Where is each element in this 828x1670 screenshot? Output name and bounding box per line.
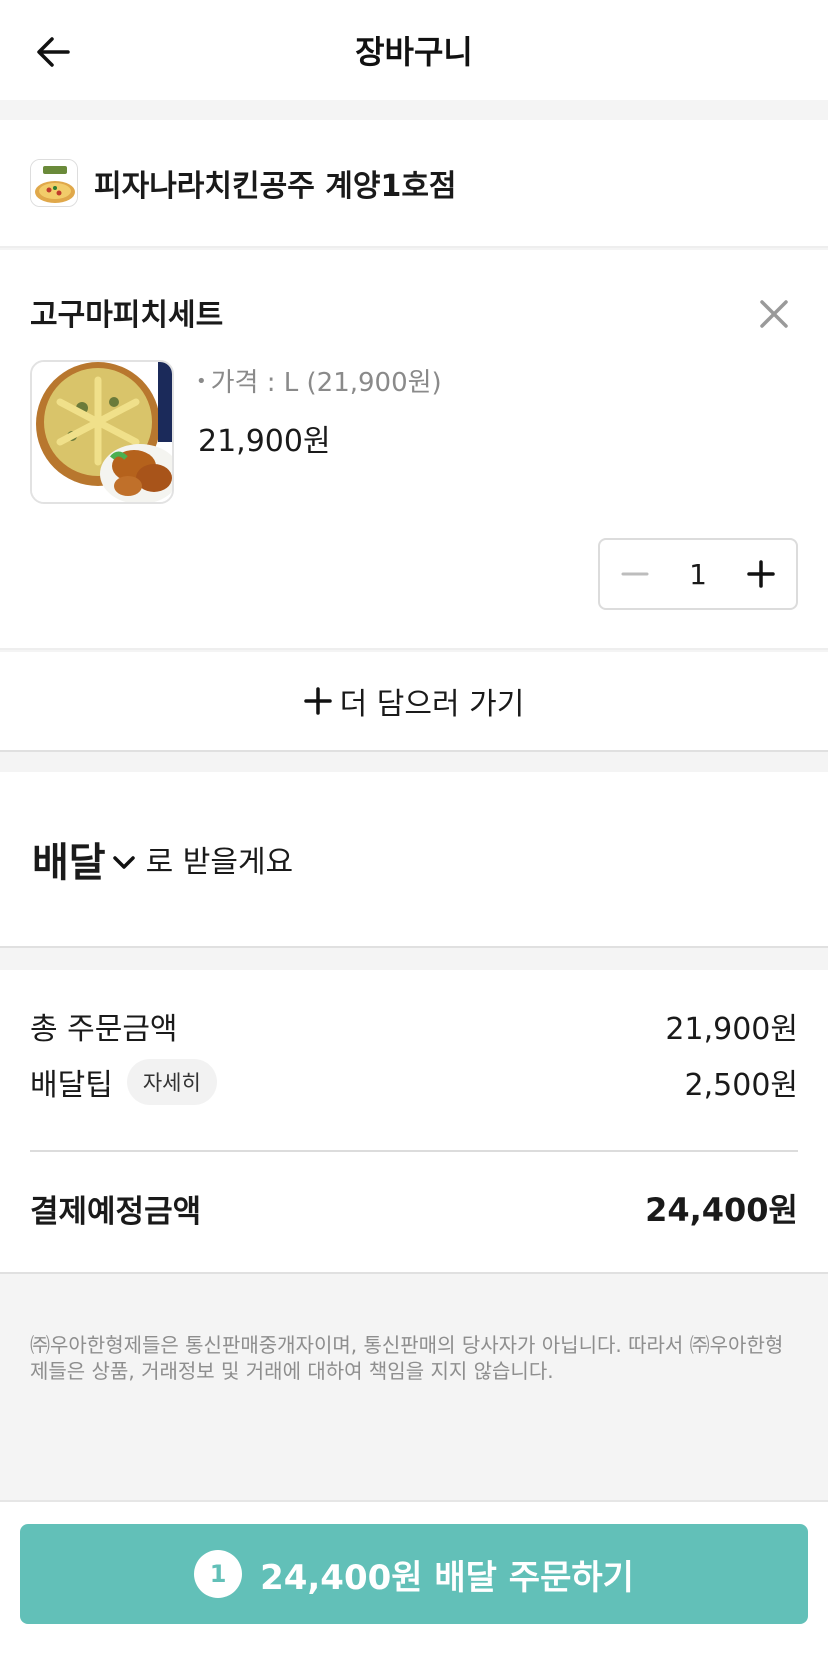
summary-divider — [30, 1150, 798, 1152]
delivery-method-value: 배달 — [32, 840, 106, 886]
add-more-button[interactable]: 더 담으러 가기 — [0, 652, 828, 752]
payment-summary: 총 주문금액 21,900원 배달팁 자세히 2,500원 결제예정금액 24,… — [0, 970, 828, 1274]
cart-item: 고구마피치세트 • 가격 : L (21,900원) 21,900원 1 — [0, 250, 828, 650]
total-value: 24,400원 — [645, 1191, 798, 1229]
plus-icon — [747, 560, 775, 588]
decrement-button[interactable] — [600, 540, 670, 608]
cart-page: 장바구니 피자나라치킨공주 계양1호점 고구마피치세트 • 가격: L (21… — [0, 0, 828, 1670]
delivery-suffix: 로 받을게요 — [145, 845, 294, 880]
order-count-badge: 1 — [194, 1550, 243, 1598]
order-button[interactable]: 1 24,400원 배달 주문하기 — [20, 1524, 808, 1624]
add-more-label: 더 담으러 가기 — [339, 687, 525, 722]
quantity-stepper: 1 — [598, 538, 798, 610]
remove-item-button[interactable] — [756, 296, 792, 332]
plus-icon — [303, 687, 332, 715]
close-icon — [760, 300, 788, 328]
item-thumbnail — [30, 360, 174, 504]
delivery-tip-label-group: 배달팁 자세히 — [30, 1059, 217, 1105]
store-name: 피자나라치킨공주 계양1호점 — [94, 169, 457, 204]
minus-icon — [621, 572, 649, 576]
top-header: 장바구니 — [0, 0, 828, 100]
delivery-method-section: 배달 로 받을게요 — [0, 772, 828, 948]
delivery-tip-label: 배달팁 — [30, 1068, 113, 1103]
total-row: 결제예정금액 24,400원 — [30, 1178, 798, 1238]
quantity-value: 1 — [689, 557, 707, 591]
delivery-tip-row: 배달팁 자세히 2,500원 — [30, 1054, 798, 1110]
back-button[interactable] — [30, 28, 78, 76]
delivery-tip-value: 2,500원 — [684, 1068, 798, 1103]
arrow-left-icon — [37, 37, 70, 67]
order-button-label: 24,400원 배달 주문하기 — [260, 1557, 634, 1598]
item-name: 고구마피치세트 — [30, 298, 224, 333]
page-title: 장바구니 — [355, 33, 473, 71]
bottom-order-bar: 1 24,400원 배달 주문하기 — [0, 1500, 828, 1670]
store-row[interactable]: 피자나라치킨공주 계양1호점 — [0, 120, 828, 248]
order-amount-value: 21,900원 — [665, 1012, 798, 1047]
legal-disclaimer: ㈜우아한형제들은 통신판매중개자이며, 통신판매의 당사자가 아닙니다. 따라서… — [30, 1333, 784, 1383]
item-price: 21,900원 — [198, 424, 331, 459]
delivery-tip-detail-button[interactable]: 자세히 — [126, 1059, 217, 1105]
chevron-down-icon — [112, 856, 135, 869]
item-option-text: 가격 : L (21,900원) — [210, 368, 442, 398]
increment-button[interactable] — [726, 540, 796, 608]
bullet: • — [196, 371, 207, 392]
store-logo — [30, 159, 78, 207]
total-label: 결제예정금액 — [30, 1193, 202, 1230]
order-amount-row: 총 주문금액 21,900원 — [30, 998, 798, 1054]
order-amount-label: 총 주문금액 — [30, 1012, 178, 1047]
item-option: • 가격 : L (21,900원) — [196, 362, 442, 399]
delivery-method-select[interactable]: 배달 — [32, 830, 146, 888]
